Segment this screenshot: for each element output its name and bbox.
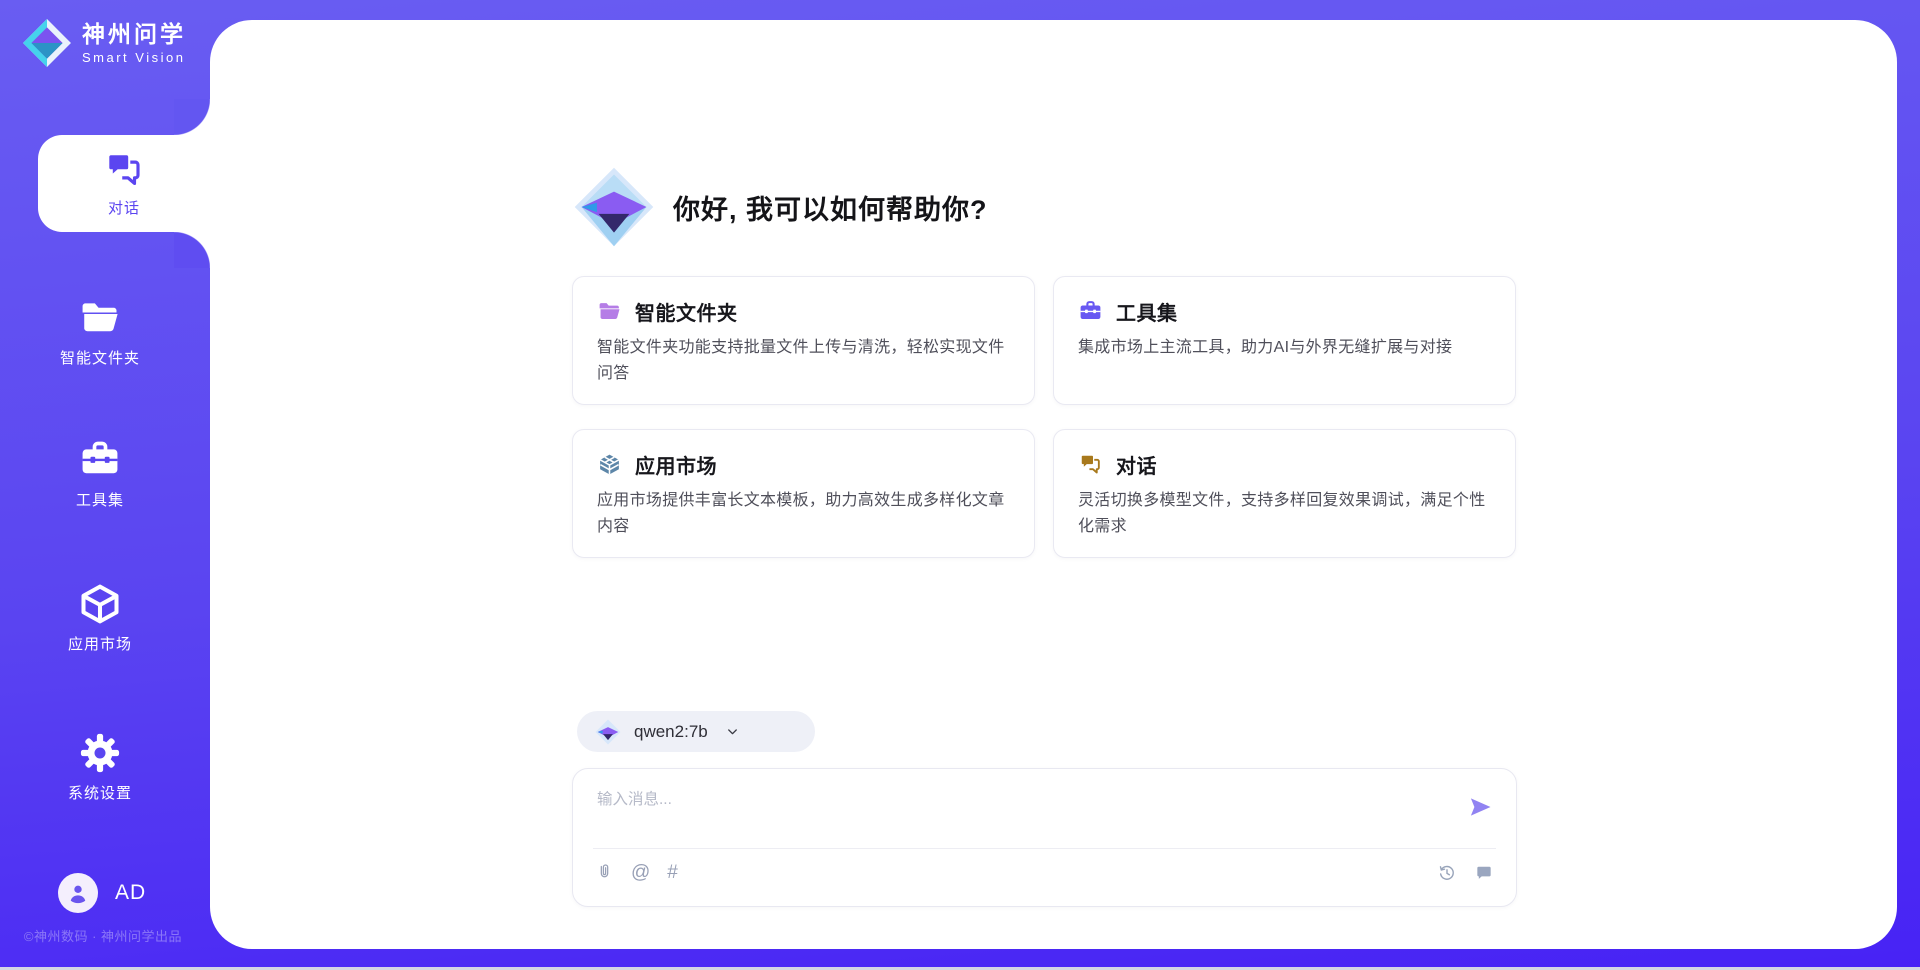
chat-icon <box>1078 452 1103 477</box>
card-description: 集成市场上主流工具，助力AI与外界无缝扩展与对接 <box>1078 335 1491 361</box>
avatar <box>58 873 98 913</box>
sidebar-item-chat[interactable]: 对话 <box>38 135 210 232</box>
cube-grid-icon <box>597 452 622 477</box>
app-logo: 神州问学 Smart Vision <box>22 18 186 68</box>
sidebar-item-label: 对话 <box>108 197 140 218</box>
feature-cards: 智能文件夹 智能文件夹功能支持批量文件上传与清洗，轻松实现文件问答 工具集 集成… <box>572 276 1516 558</box>
brand-name: 神州问学 <box>82 21 186 47</box>
mention-icon[interactable]: @ <box>631 863 650 882</box>
sidebar-item-label: 系统设置 <box>68 782 132 803</box>
folder-icon <box>78 296 122 340</box>
sidebar-item-settings[interactable]: 系统设置 <box>0 731 200 803</box>
model-selector[interactable]: qwen2:7b <box>577 711 815 752</box>
model-name: qwen2:7b <box>634 722 708 742</box>
cube-icon <box>78 582 122 626</box>
greeting-block: 你好, 我可以如何帮助你? <box>573 166 988 248</box>
message-input[interactable] <box>595 785 1439 815</box>
attachment-icon[interactable] <box>595 863 614 882</box>
sidebar-item-smart-folder[interactable]: 智能文件夹 <box>0 296 200 368</box>
card-toolset[interactable]: 工具集 集成市场上主流工具，助力AI与外界无缝扩展与对接 <box>1053 276 1516 405</box>
greeting-title: 你好, 我可以如何帮助你? <box>673 188 988 227</box>
hashtag-icon[interactable]: # <box>667 863 678 882</box>
message-composer: @ # <box>572 768 1517 907</box>
assistant-diamond-icon <box>573 166 655 248</box>
card-chat[interactable]: 对话 灵活切换多模型文件，支持多样回复效果调试，满足个性化需求 <box>1053 429 1516 558</box>
briefcase-icon <box>1078 299 1103 324</box>
briefcase-icon <box>78 438 122 482</box>
history-icon[interactable] <box>1437 863 1457 883</box>
send-icon <box>1466 793 1494 821</box>
card-description: 灵活切换多模型文件，支持多样回复效果调试，满足个性化需求 <box>1078 488 1491 539</box>
folder-icon <box>597 299 622 324</box>
sidebar-item-label: 工具集 <box>76 489 124 510</box>
card-title: 对话 <box>1116 450 1157 479</box>
brand-subtitle: Smart Vision <box>82 50 186 65</box>
card-title: 工具集 <box>1116 297 1178 326</box>
composer-divider <box>593 848 1496 849</box>
brand-diamond-icon <box>22 18 72 68</box>
chat-icon <box>103 149 145 191</box>
send-button[interactable] <box>1466 793 1494 821</box>
sidebar-item-label: 智能文件夹 <box>60 347 140 368</box>
user-profile[interactable]: AD <box>58 873 146 913</box>
sidebar-item-label: 应用市场 <box>68 633 132 654</box>
sidebar-item-toolset[interactable]: 工具集 <box>0 438 200 510</box>
person-icon <box>65 880 91 906</box>
copyright-footer: ©神州数码 · 神州问学出品 <box>10 926 196 945</box>
card-title: 应用市场 <box>635 450 717 479</box>
chevron-down-icon <box>725 724 740 739</box>
gear-icon <box>78 731 122 775</box>
card-title: 智能文件夹 <box>635 297 738 326</box>
sidebar-item-app-market[interactable]: 应用市场 <box>0 582 200 654</box>
card-app-market[interactable]: 应用市场 应用市场提供丰富长文本模板，助力高效生成多样化文章内容 <box>572 429 1035 558</box>
card-description: 智能文件夹功能支持批量文件上传与清洗，轻松实现文件问答 <box>597 335 1010 386</box>
model-diamond-icon <box>595 719 621 745</box>
chat-bubble-icon[interactable] <box>1474 863 1494 883</box>
card-smart-folder[interactable]: 智能文件夹 智能文件夹功能支持批量文件上传与清洗，轻松实现文件问答 <box>572 276 1035 405</box>
card-description: 应用市场提供丰富长文本模板，助力高效生成多样化文章内容 <box>597 488 1010 539</box>
user-initials: AD <box>115 881 146 905</box>
